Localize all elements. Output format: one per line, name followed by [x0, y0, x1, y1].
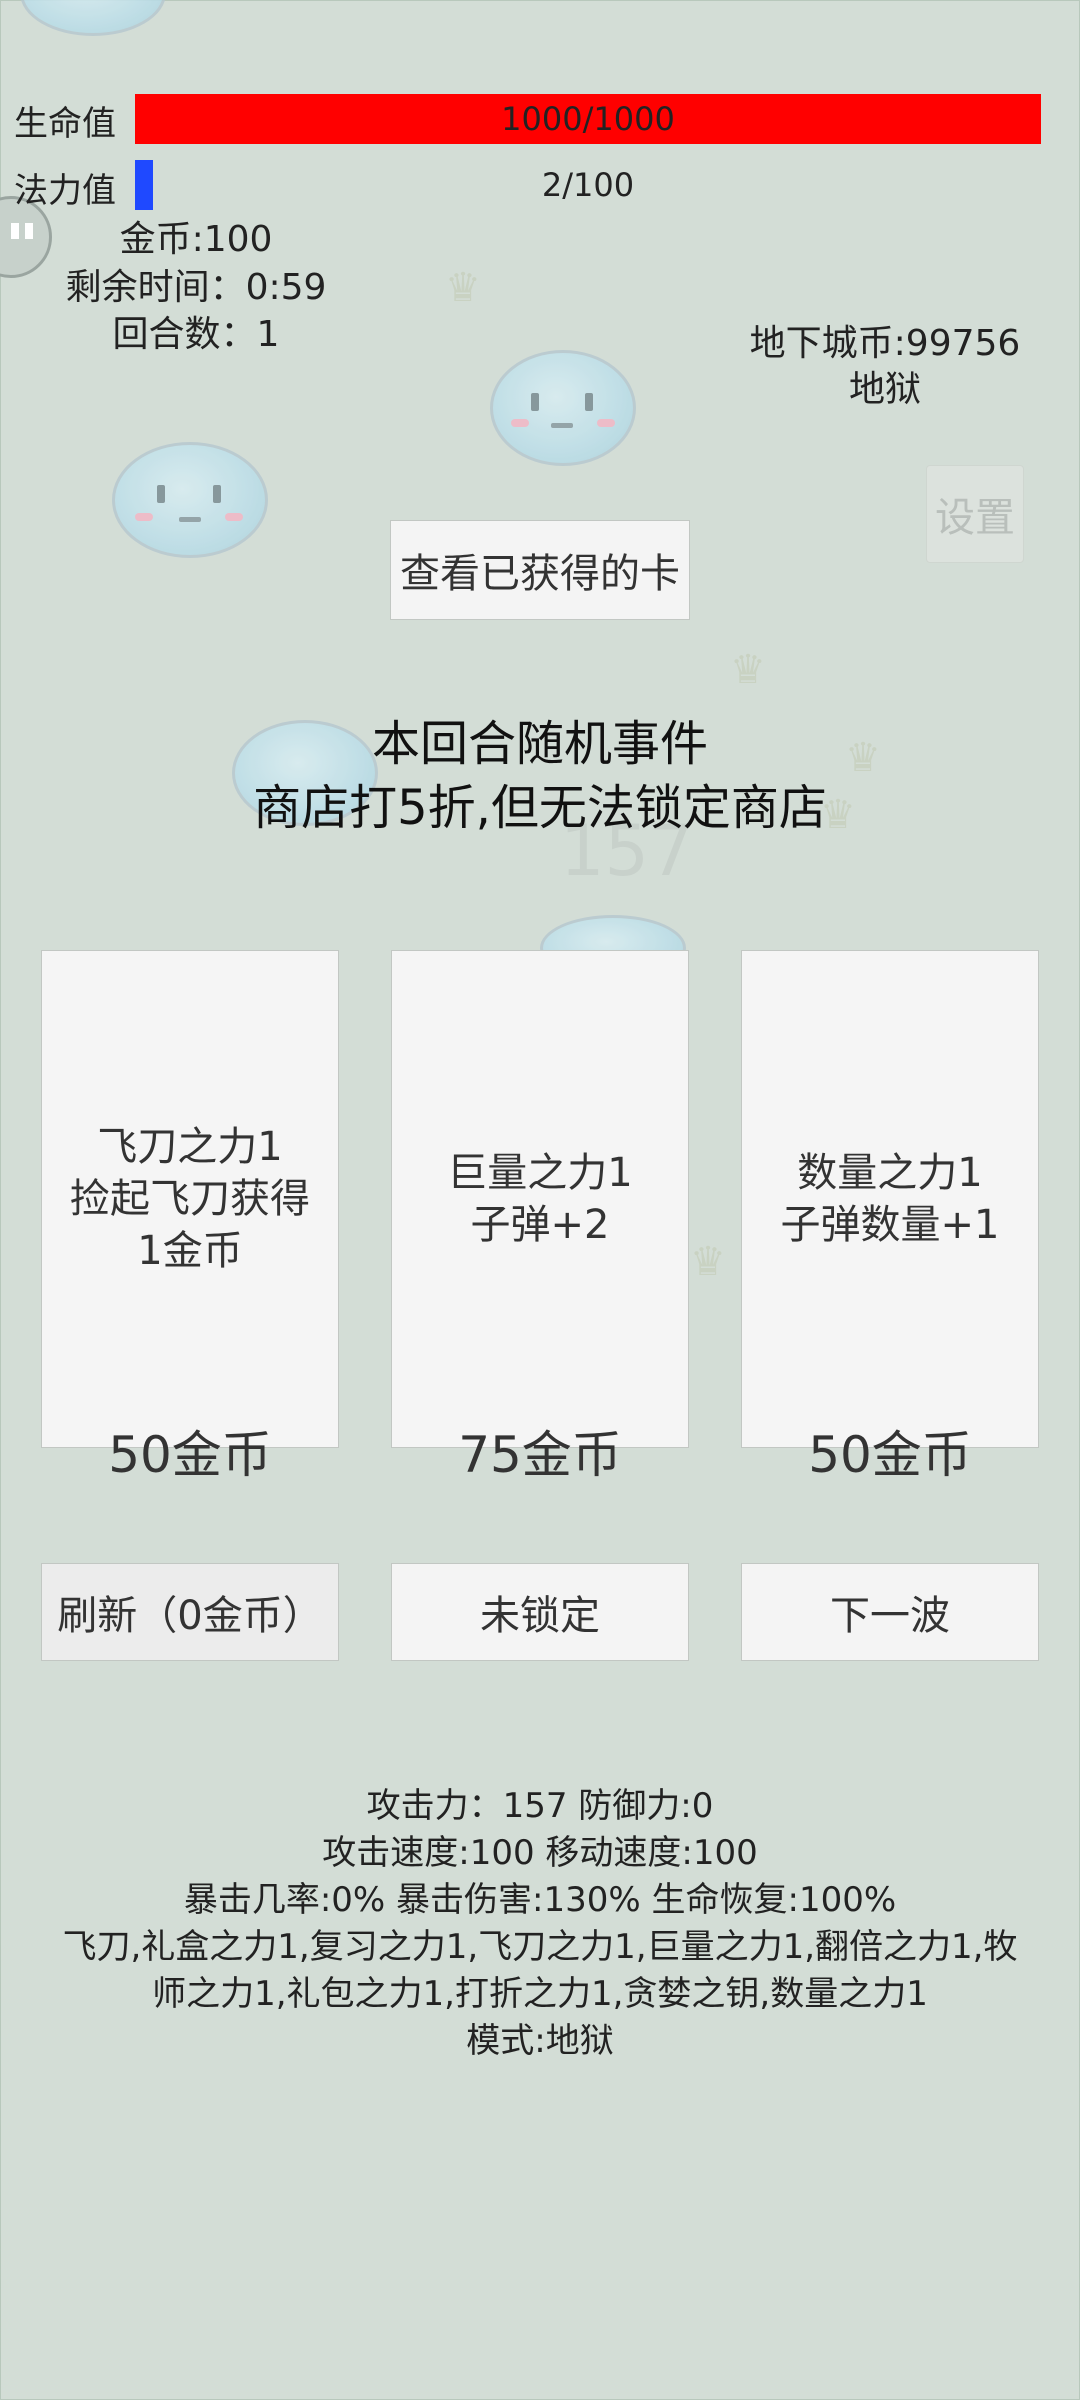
- stats-mode: 模式:地狱: [466, 2021, 614, 2061]
- stats-speed: 攻击速度:100 移动速度:100: [322, 1833, 758, 1873]
- crown-sprite: ♛: [690, 1239, 726, 1285]
- gold-count: 金币:100: [119, 219, 273, 260]
- shop-card[interactable]: 数量之力1 子弹数量+1: [741, 950, 1039, 1448]
- slime-sprite: [112, 442, 268, 558]
- card-title: 巨量之力1: [447, 1150, 633, 1196]
- slime-sprite: [490, 350, 636, 466]
- card-desc: 子弹数量+1: [780, 1202, 1000, 1248]
- card-price: 50金币: [808, 1426, 972, 1484]
- card-desc: 1金币: [137, 1228, 243, 1274]
- dungeon-coins: 地下城币:99756: [749, 323, 1021, 364]
- event-title: 本回合随机事件: [371, 716, 708, 772]
- event-description: 商店打5折,但无法锁定商店: [253, 780, 827, 836]
- crown-sprite: ♛: [730, 647, 766, 693]
- round-count: 回合数：1: [112, 314, 280, 355]
- lock-button[interactable]: 未锁定: [391, 1563, 689, 1661]
- card-text: 巨量之力1 子弹+2: [447, 1147, 632, 1251]
- card-price: 75金币: [458, 1426, 622, 1484]
- time-left: 剩余时间：0:59: [65, 267, 327, 308]
- card-desc: 捡起飞刀获得: [70, 1176, 310, 1222]
- settings-button[interactable]: 设置: [926, 465, 1024, 563]
- difficulty-label: 地狱: [848, 369, 921, 410]
- hp-label: 生命值: [14, 104, 116, 144]
- card-desc: 子弹+2: [470, 1202, 610, 1248]
- next-wave-button[interactable]: 下一波: [741, 1563, 1039, 1661]
- card-text: 飞刀之力1 捡起飞刀获得 1金币: [70, 1121, 310, 1277]
- refresh-button[interactable]: 刷新（0金币）: [41, 1563, 339, 1661]
- stats-cards-owned: 飞刀,礼盒之力1,复习之力1,飞刀之力1,巨量之力1,翻倍之力1,牧: [62, 1927, 1018, 1967]
- crown-sprite: ♛: [445, 265, 481, 311]
- stats-cards-owned-cont: 师之力1,礼包之力1,打折之力1,贪婪之钥,数量之力1: [152, 1974, 928, 2014]
- stats-attack-defense: 攻击力：157 防御力:0: [366, 1786, 714, 1826]
- stats-crit: 暴击几率:0% 暴击伤害:130% 生命恢复:100%: [183, 1880, 897, 1920]
- shop-card[interactable]: 飞刀之力1 捡起飞刀获得 1金币: [41, 950, 339, 1448]
- card-price: 50金币: [108, 1426, 272, 1484]
- card-text: 数量之力1 子弹数量+1: [781, 1147, 1000, 1251]
- mp-label: 法力值: [14, 171, 116, 211]
- view-cards-button[interactable]: 查看已获得的卡: [390, 520, 690, 620]
- player-stats: 攻击力：157 防御力:0 攻击速度:100 移动速度:100 暴击几率:0% …: [0, 1783, 1080, 2065]
- card-title: 飞刀之力1: [97, 1124, 283, 1170]
- mp-value: 2/100: [541, 166, 635, 204]
- hp-value: 1000/1000: [501, 100, 675, 138]
- shop-card[interactable]: 巨量之力1 子弹+2: [391, 950, 689, 1448]
- card-title: 数量之力1: [797, 1150, 983, 1196]
